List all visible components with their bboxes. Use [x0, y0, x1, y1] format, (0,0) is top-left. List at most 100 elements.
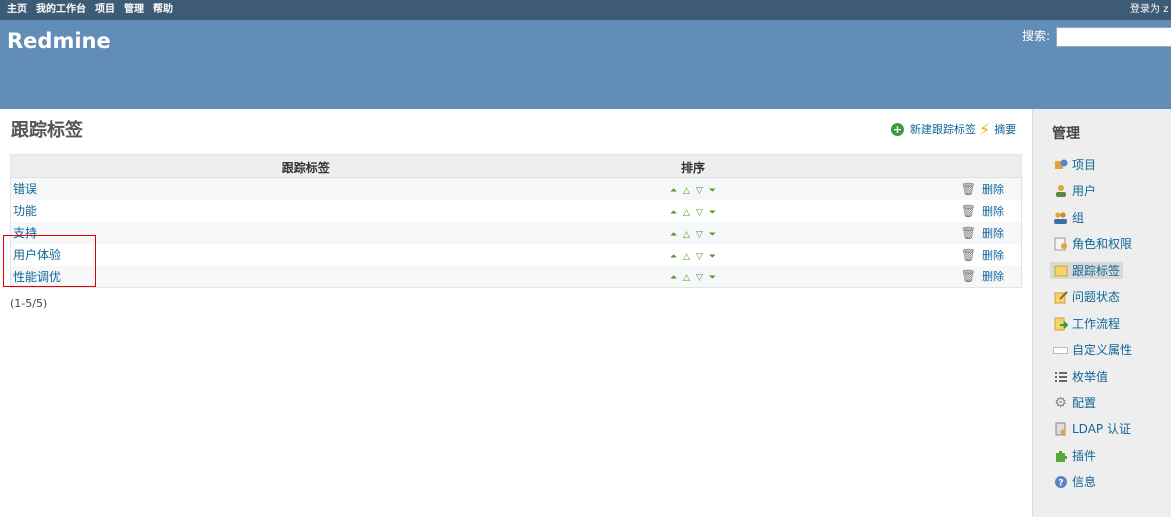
- tracker-link[interactable]: 性能调优: [13, 270, 61, 284]
- move-up-icon[interactable]: △: [680, 273, 693, 283]
- tracker-name-cell: 错误: [10, 177, 601, 200]
- move-bottom-icon[interactable]: ⏷: [706, 208, 719, 218]
- lightning-icon: ⚡: [979, 119, 991, 139]
- server-icon: [1053, 422, 1068, 436]
- roles-icon: [1053, 237, 1068, 251]
- add-icon: +: [891, 122, 904, 136]
- tracker-link[interactable]: 支持: [13, 226, 37, 240]
- sidebar-item-label: 配置: [1072, 396, 1097, 410]
- header: Redmine 搜索:: [0, 20, 1171, 109]
- delete-link[interactable]: 删除: [982, 270, 1004, 283]
- tracker-name-cell: 功能: [10, 199, 601, 222]
- actions-cell: 🗑 删除: [785, 243, 1022, 266]
- top-link-home[interactable]: 主页: [7, 4, 27, 16]
- move-bottom-icon[interactable]: ⏷: [706, 230, 719, 240]
- sidebar-item-label: 自定义属性: [1072, 343, 1133, 357]
- sidebar-item-label: 组: [1072, 211, 1085, 225]
- table-row: 功能 ⏶ △ ▽ ⏷ 🗑 删除: [10, 199, 1022, 222]
- move-down-icon[interactable]: ▽: [693, 252, 706, 262]
- sidebar-item-label: 角色和权限: [1072, 237, 1133, 251]
- move-top-icon[interactable]: ⏶: [667, 273, 680, 283]
- delete-link[interactable]: 删除: [982, 205, 1004, 218]
- actions-cell: 🗑 删除: [785, 221, 1022, 244]
- gear-icon: ⚙: [1054, 394, 1067, 411]
- sidebar-item-label: 项目: [1072, 158, 1097, 172]
- sidebar-item-issue-statuses[interactable]: 问题状态: [1053, 288, 1120, 305]
- tracker-icon: [1053, 264, 1068, 278]
- sidebar-item-plugins[interactable]: 插件: [1053, 447, 1096, 464]
- sidebar-item-roles[interactable]: 角色和权限: [1053, 235, 1132, 252]
- main-content: 跟踪标签 + 新建跟踪标签 ⚡ 摘要 跟踪标签 排序 错误 ⏶ △ ▽ ⏷ 🗑 删除 功…: [0, 109, 1032, 517]
- sidebar-item-ldap[interactable]: LDAP 认证: [1053, 420, 1131, 437]
- custom-field-icon: [1053, 343, 1068, 357]
- list-icon: [1053, 370, 1068, 384]
- move-top-icon[interactable]: ⏶: [667, 230, 680, 240]
- sidebar-item-users[interactable]: 用户: [1053, 182, 1096, 199]
- sidebar-item-trackers[interactable]: 跟踪标签: [1050, 262, 1124, 279]
- column-header-tracker[interactable]: 跟踪标签: [10, 154, 601, 178]
- search-label: 搜索:: [1022, 29, 1051, 43]
- move-top-icon[interactable]: ⏶: [667, 208, 680, 218]
- sidebar-item-custom-fields[interactable]: 自定义属性: [1053, 341, 1132, 358]
- top-link-help[interactable]: 帮助: [153, 4, 173, 16]
- trash-icon[interactable]: 🗑: [961, 204, 976, 218]
- actions-cell: 🗑 删除: [785, 199, 1022, 222]
- move-up-icon[interactable]: △: [680, 208, 693, 218]
- move-bottom-icon[interactable]: ⏷: [706, 186, 719, 196]
- table-row: 性能调优 ⏶ △ ▽ ⏷ 🗑 删除: [10, 265, 1022, 288]
- move-down-icon[interactable]: ▽: [693, 186, 706, 196]
- trackers-table: 跟踪标签 排序 错误 ⏶ △ ▽ ⏷ 🗑 删除 功能 ⏶ △ ▽ ⏷ 🗑 删除 支持 ⏶ △ ▽ ⏷ …: [10, 154, 1022, 288]
- trash-icon[interactable]: 🗑: [961, 248, 976, 262]
- tracker-name-cell: 性能调优: [10, 265, 601, 288]
- delete-link[interactable]: 删除: [982, 183, 1004, 196]
- sort-cell: ⏶ △ ▽ ⏷: [600, 265, 786, 288]
- top-link-administration[interactable]: 管理: [124, 4, 144, 16]
- sidebar-item-label: 枚举值: [1072, 370, 1109, 384]
- move-bottom-icon[interactable]: ⏷: [706, 252, 719, 262]
- move-up-icon[interactable]: △: [680, 252, 693, 262]
- tracker-link[interactable]: 错误: [13, 182, 37, 196]
- sidebar-item-label: 跟踪标签: [1072, 264, 1121, 278]
- sidebar-item-projects[interactable]: 项目: [1053, 156, 1096, 173]
- group-icon: [1053, 211, 1068, 225]
- move-top-icon[interactable]: ⏶: [667, 252, 680, 262]
- sidebar: 管理 项目 用户 组 角色和权限 跟踪标签 问题状态 工作流程 自定义属性 枚举…: [1032, 109, 1171, 517]
- pagination: (1-5/5): [10, 297, 48, 310]
- help-icon: ?: [1053, 475, 1068, 489]
- column-header-actions: [785, 154, 1022, 178]
- new-tracker-link[interactable]: 新建跟踪标签: [910, 121, 976, 137]
- search-input[interactable]: [1056, 27, 1171, 47]
- delete-link[interactable]: 删除: [982, 249, 1004, 262]
- table-row: 错误 ⏶ △ ▽ ⏷ 🗑 删除: [10, 177, 1022, 200]
- sidebar-item-enumerations[interactable]: 枚举值: [1053, 368, 1108, 385]
- trash-icon[interactable]: 🗑: [961, 182, 976, 196]
- projects-icon: [1053, 158, 1068, 172]
- move-down-icon[interactable]: ▽: [693, 273, 706, 283]
- summary-link[interactable]: 摘要: [994, 121, 1016, 137]
- sidebar-title: 管理: [1052, 126, 1080, 142]
- tracker-link[interactable]: 用户体验: [13, 248, 61, 262]
- column-header-sort[interactable]: 排序: [600, 154, 786, 178]
- move-bottom-icon[interactable]: ⏷: [706, 273, 719, 283]
- trash-icon[interactable]: 🗑: [961, 269, 976, 283]
- user-icon: [1053, 184, 1068, 198]
- move-up-icon[interactable]: △: [680, 186, 693, 196]
- top-link-my-page[interactable]: 我的工作台: [36, 4, 86, 16]
- delete-link[interactable]: 删除: [982, 227, 1004, 240]
- issue-status-icon: [1053, 290, 1068, 304]
- top-link-projects[interactable]: 项目: [95, 4, 115, 16]
- tracker-link[interactable]: 功能: [13, 204, 37, 218]
- trash-icon[interactable]: 🗑: [961, 226, 976, 240]
- move-up-icon[interactable]: △: [680, 230, 693, 240]
- sidebar-item-groups[interactable]: 组: [1053, 209, 1084, 226]
- table-header-row: 跟踪标签 排序: [10, 154, 1022, 178]
- move-top-icon[interactable]: ⏶: [667, 186, 680, 196]
- move-down-icon[interactable]: ▽: [693, 208, 706, 218]
- move-down-icon[interactable]: ▽: [693, 230, 706, 240]
- sidebar-item-label: 问题状态: [1072, 290, 1121, 304]
- sidebar-item-info[interactable]: ? 信息: [1053, 473, 1096, 490]
- sidebar-item-workflow[interactable]: 工作流程: [1053, 315, 1120, 332]
- sort-cell: ⏶ △ ▽ ⏷: [600, 221, 786, 244]
- sort-cell: ⏶ △ ▽ ⏷: [600, 199, 786, 222]
- sidebar-item-settings[interactable]: ⚙ 配置: [1053, 394, 1096, 411]
